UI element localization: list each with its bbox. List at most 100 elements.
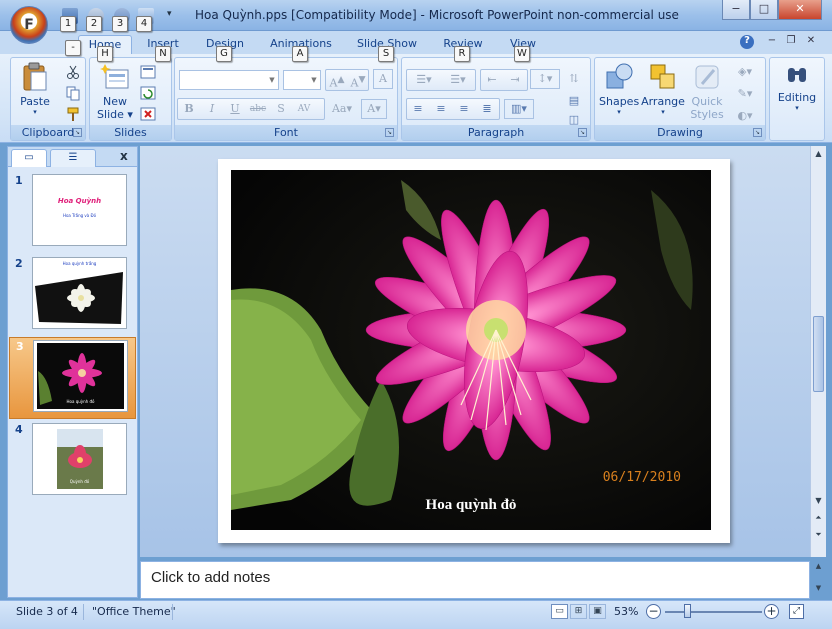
- increase-indent-icon[interactable]: ⇥: [505, 70, 525, 90]
- layout-icon[interactable]: [140, 64, 156, 80]
- font-group-label: Font: [175, 125, 397, 140]
- tab-outline-panel[interactable]: ☰: [50, 149, 96, 167]
- font-launcher-icon[interactable]: ↘: [385, 128, 394, 137]
- align-right-icon[interactable]: ≡: [454, 99, 474, 119]
- bullets-icon[interactable]: ☰▾: [408, 70, 440, 90]
- paragraph-launcher-icon[interactable]: ↘: [578, 128, 587, 137]
- new-slide-label-2: Slide ▾: [97, 108, 133, 121]
- shrink-font-icon[interactable]: A▼: [348, 70, 368, 90]
- slide-thumb-4[interactable]: 4 Quỳnh đỏ: [9, 421, 136, 503]
- strikethrough-icon[interactable]: abc: [248, 99, 268, 119]
- status-separator: [83, 604, 84, 620]
- help-icon[interactable]: ?: [740, 35, 754, 49]
- paste-button[interactable]: Paste ▾: [15, 62, 55, 116]
- font-size-combo[interactable]: ▼: [283, 70, 321, 90]
- keytip-qat-2: 2: [86, 16, 102, 32]
- group-slides: New Slide ▾ Slides: [89, 57, 172, 141]
- numbering-icon[interactable]: ☰▾: [442, 70, 474, 90]
- zoom-slider-track[interactable]: [665, 611, 762, 613]
- minimize-button[interactable]: −: [722, 0, 750, 20]
- tab-slides-panel[interactable]: ▭: [11, 149, 47, 167]
- reset-slide-icon[interactable]: [140, 85, 156, 101]
- line-spacing-icon[interactable]: ↕▾: [530, 69, 560, 89]
- shapes-button[interactable]: Shapes ▾: [599, 62, 639, 116]
- normal-view-icon[interactable]: ▭: [551, 604, 568, 619]
- arrange-button[interactable]: Arrange ▾: [641, 62, 685, 116]
- copy-icon[interactable]: [65, 85, 81, 101]
- text-shadow-icon[interactable]: S: [271, 99, 291, 119]
- previous-slide-icon[interactable]: ⏶: [811, 510, 826, 526]
- clipboard-launcher-icon[interactable]: ↘: [73, 128, 82, 137]
- drawing-launcher-icon[interactable]: ↘: [753, 128, 762, 137]
- group-paragraph: ☰▾ ☰▾ ⇤ ⇥ ↕▾ ⇅ ≡ ≡ ≡ ≣ ▥▾ ▤ ◫ Paragraph …: [401, 57, 591, 141]
- editing-button[interactable]: Editing ▾: [772, 62, 822, 112]
- character-spacing-icon[interactable]: AV: [294, 99, 314, 119]
- notes-pane[interactable]: Click to add notes: [140, 561, 810, 599]
- underline-icon[interactable]: U: [225, 99, 245, 119]
- change-case-icon[interactable]: Aa▾: [329, 99, 355, 119]
- scroll-down-icon[interactable]: ▼: [811, 493, 826, 509]
- font-color-icon[interactable]: A▾: [361, 99, 387, 119]
- close-button[interactable]: ✕: [778, 0, 822, 20]
- ribbon-close-icon[interactable]: ✕: [804, 35, 818, 49]
- ribbon-restore-icon[interactable]: ❐: [784, 35, 798, 49]
- shape-fill-icon[interactable]: ◈▾: [731, 62, 759, 82]
- vertical-scrollbar[interactable]: ▲ ▼ ⏶ ⏷: [810, 146, 826, 557]
- slide-sorter-icon[interactable]: ⊞: [570, 604, 587, 619]
- scroll-thumb[interactable]: [813, 316, 824, 392]
- align-text-icon[interactable]: ▤: [564, 91, 584, 111]
- keytip-qat-3: 3: [112, 16, 128, 32]
- notes-scroll-down-icon[interactable]: ▼: [812, 584, 825, 598]
- slideshow-view-icon[interactable]: ▣: [589, 604, 606, 619]
- slide-thumbnail: Hoa Quỳnh Hoa Trắng và Đỏ: [32, 174, 127, 246]
- decrease-indent-icon[interactable]: ⇤: [482, 70, 502, 90]
- scroll-up-icon[interactable]: ▲: [811, 146, 826, 162]
- format-painter-icon[interactable]: [65, 106, 81, 122]
- ribbon-minimize-icon[interactable]: −: [765, 35, 779, 49]
- zoom-level[interactable]: 53%: [614, 605, 638, 618]
- slide-photo[interactable]: 06/17/2010 Hoa quỳnh đỏ: [231, 170, 711, 530]
- keytip-slide-show: S: [378, 46, 394, 62]
- panel-close-icon[interactable]: x: [120, 149, 128, 163]
- group-editing: Editing ▾: [769, 57, 825, 141]
- slide-thumb-1[interactable]: 1 Hoa Quỳnh Hoa Trắng và Đỏ: [9, 172, 136, 254]
- keytip-qat-4: 4: [136, 16, 152, 32]
- columns-icon[interactable]: ▥▾: [504, 99, 534, 119]
- slide-editor: 06/17/2010 Hoa quỳnh đỏ: [140, 146, 810, 557]
- maximize-button[interactable]: □: [750, 0, 778, 20]
- align-center-icon[interactable]: ≡: [431, 99, 451, 119]
- zoom-slider-thumb[interactable]: [684, 604, 692, 618]
- notes-scroll-up-icon[interactable]: ▲: [812, 562, 825, 576]
- bold-icon[interactable]: B: [179, 99, 199, 119]
- grow-font-icon[interactable]: A▲: [327, 70, 347, 90]
- thumb-title: Hoa Quỳnh: [57, 197, 102, 205]
- new-slide-label-1: New: [103, 95, 127, 108]
- shape-outline-icon[interactable]: ✎▾: [731, 84, 759, 104]
- quick-styles-button[interactable]: Quick Styles ▾: [687, 62, 727, 134]
- arrange-icon: [650, 64, 675, 89]
- next-slide-icon[interactable]: ⏷: [811, 527, 826, 543]
- zoom-in-icon[interactable]: +: [764, 604, 779, 619]
- shape-effects-icon[interactable]: ◐▾: [731, 106, 759, 126]
- align-left-icon[interactable]: ≡: [408, 99, 428, 119]
- justify-icon[interactable]: ≣: [477, 99, 497, 119]
- slide-thumb-2[interactable]: 2 Hoa quỳnh trắng: [9, 255, 136, 337]
- slide-thumb-3[interactable]: 3 Hoa quỳnh đỏ: [9, 337, 136, 419]
- italic-icon[interactable]: I: [202, 99, 222, 119]
- shapes-icon: [606, 63, 633, 89]
- office-button[interactable]: F: [10, 6, 48, 44]
- text-direction-icon[interactable]: ⇅: [564, 69, 584, 89]
- current-slide[interactable]: 06/17/2010 Hoa quỳnh đỏ: [218, 159, 730, 543]
- delete-slide-icon[interactable]: [140, 106, 156, 122]
- notes-placeholder[interactable]: Click to add notes: [151, 569, 270, 586]
- slide-caption[interactable]: Hoa quỳnh đỏ: [231, 497, 711, 514]
- cut-icon[interactable]: [65, 64, 81, 80]
- qat-customize-icon[interactable]: ▾: [167, 9, 172, 19]
- fit-to-window-icon[interactable]: ⤢: [789, 604, 804, 619]
- list-group: ☰▾ ☰▾: [406, 69, 476, 91]
- clear-formatting-icon[interactable]: A: [373, 69, 393, 89]
- slide-number: 1: [15, 174, 23, 187]
- font-name-combo[interactable]: ▼: [179, 70, 279, 90]
- new-slide-button[interactable]: New Slide ▾: [94, 62, 136, 121]
- zoom-out-icon[interactable]: −: [646, 604, 661, 619]
